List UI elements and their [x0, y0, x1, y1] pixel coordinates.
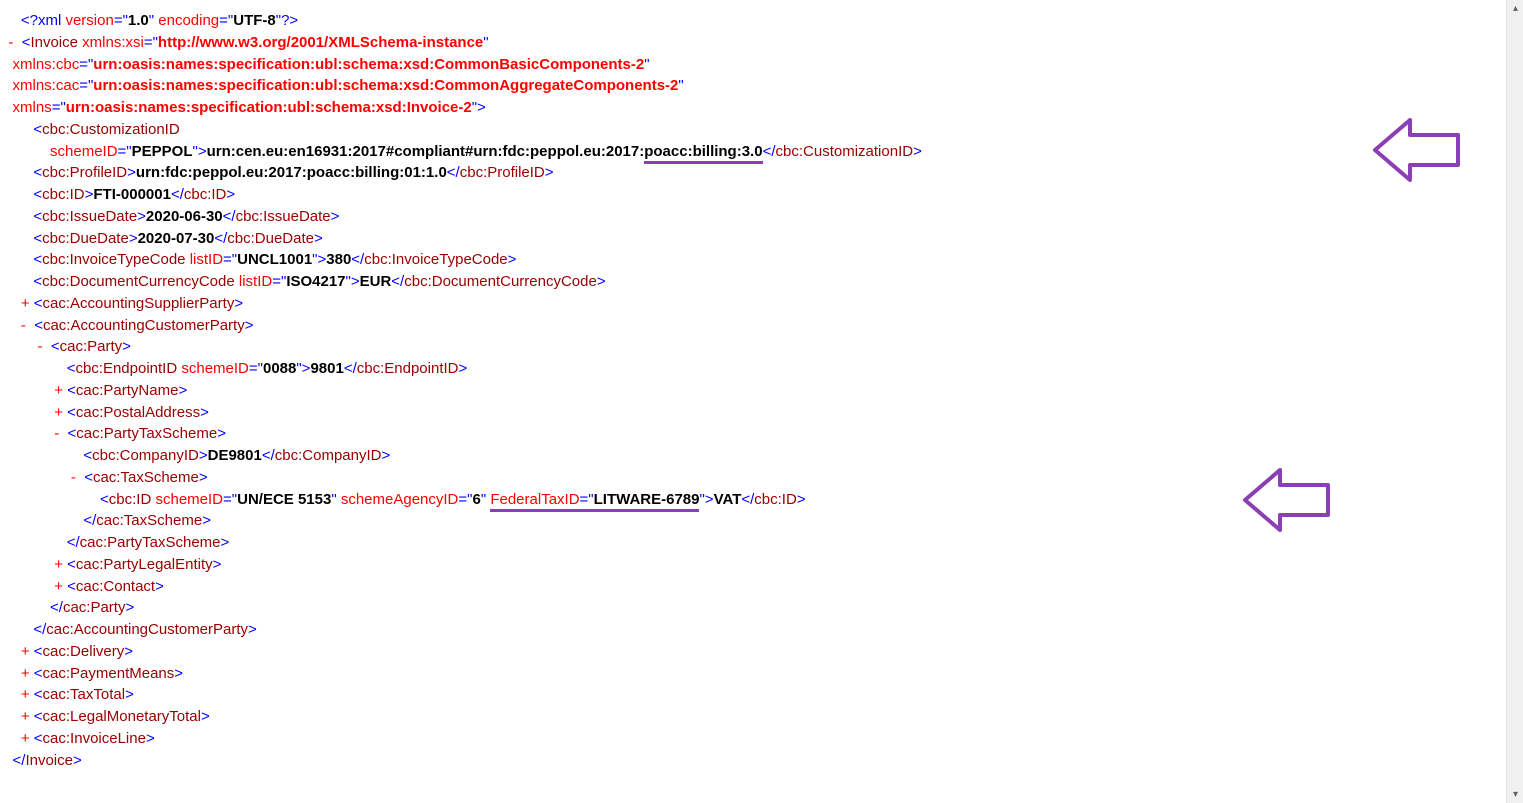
scroll-up-icon[interactable]: ▴ [1507, 0, 1523, 17]
invoice-attr-xmlns: xmlns="urn:oasis:names:specification:ubl… [0, 97, 1506, 119]
delivery: + <cac:Delivery> [0, 641, 1506, 663]
customization-id-body: schemeID="PEPPOL">urn:cen.eu:en16931:201… [0, 141, 1506, 163]
expand-icon[interactable]: + [21, 643, 30, 660]
expand-icon[interactable]: + [21, 295, 30, 312]
expand-icon[interactable]: + [54, 556, 63, 573]
invoice-attr-cac: xmlns:cac="urn:oasis:names:specification… [0, 75, 1506, 97]
federal-tax-id-attr: FederalTaxID [490, 491, 579, 512]
tax-total: + <cac:TaxTotal> [0, 684, 1506, 706]
arrow-left-icon [1370, 115, 1460, 185]
collapse-icon[interactable]: - [54, 425, 59, 442]
expand-icon[interactable]: + [54, 578, 63, 595]
accounting-customer-party-close: </cac:AccountingCustomerParty> [0, 619, 1506, 641]
expand-icon[interactable]: + [21, 730, 30, 747]
party-legal-entity: + <cac:PartyLegalEntity> [0, 554, 1506, 576]
party-close: </cac:Party> [0, 597, 1506, 619]
party-tax-scheme-close: </cac:PartyTaxScheme> [0, 532, 1506, 554]
collapse-icon[interactable]: - [21, 317, 26, 334]
party-open: - <cac:Party> [0, 336, 1506, 358]
document-currency-code: <cbc:DocumentCurrencyCode listID="ISO421… [0, 271, 1506, 293]
due-date: <cbc:DueDate>2020-07-30</cbc:DueDate> [0, 228, 1506, 250]
xml-declaration: <?xml version="1.0" encoding="UTF-8"?> [0, 10, 1506, 32]
invoice-attr-cbc: xmlns:cbc="urn:oasis:names:specification… [0, 54, 1506, 76]
endpoint-id: <cbc:EndpointID schemeID="0088">9801</cb… [0, 358, 1506, 380]
xml-tree-view: <?xml version="1.0" encoding="UTF-8"?> -… [0, 0, 1506, 803]
scroll-down-icon[interactable]: ▾ [1507, 786, 1523, 803]
collapse-icon[interactable]: - [71, 469, 76, 486]
issue-date: <cbc:IssueDate>2020-06-30</cbc:IssueDate… [0, 206, 1506, 228]
legal-monetary-total: + <cac:LegalMonetaryTotal> [0, 706, 1506, 728]
collapse-icon[interactable]: - [8, 34, 13, 51]
accounting-customer-party-open: - <cac:AccountingCustomerParty> [0, 315, 1506, 337]
expand-icon[interactable]: + [21, 686, 30, 703]
accounting-supplier-party: + <cac:AccountingSupplierParty> [0, 293, 1506, 315]
invoice-id: <cbc:ID>FTI-000001</cbc:ID> [0, 184, 1506, 206]
expand-icon[interactable]: + [21, 665, 30, 682]
invoice-line: + <cac:InvoiceLine> [0, 728, 1506, 750]
expand-icon[interactable]: + [54, 382, 63, 399]
profile-id: <cbc:ProfileID>urn:fdc:peppol.eu:2017:po… [0, 162, 1506, 184]
invoice-close: </Invoice> [0, 750, 1506, 772]
party-name: + <cac:PartyName> [0, 380, 1506, 402]
customization-id-highlight: poacc:billing:3.0 [644, 143, 762, 164]
party-tax-scheme-open: - <cac:PartyTaxScheme> [0, 423, 1506, 445]
collapse-icon[interactable]: - [38, 338, 43, 355]
contact: + <cac:Contact> [0, 576, 1506, 598]
expand-icon[interactable]: + [54, 404, 63, 421]
payment-means: + <cac:PaymentMeans> [0, 663, 1506, 685]
invoice-open: - <Invoice xmlns:xsi="http://www.w3.org/… [0, 32, 1506, 54]
postal-address: + <cac:PostalAddress> [0, 402, 1506, 424]
arrow-left-icon [1240, 465, 1330, 535]
federal-tax-id-val: LITWARE-6789 [594, 491, 700, 512]
expand-icon[interactable]: + [21, 708, 30, 725]
invoice-type-code: <cbc:InvoiceTypeCode listID="UNCL1001">3… [0, 249, 1506, 271]
customization-id-open: <cbc:CustomizationID [0, 119, 1506, 141]
company-id: <cbc:CompanyID>DE9801</cbc:CompanyID> [0, 445, 1506, 467]
vertical-scrollbar[interactable]: ▴ ▾ [1506, 0, 1523, 803]
